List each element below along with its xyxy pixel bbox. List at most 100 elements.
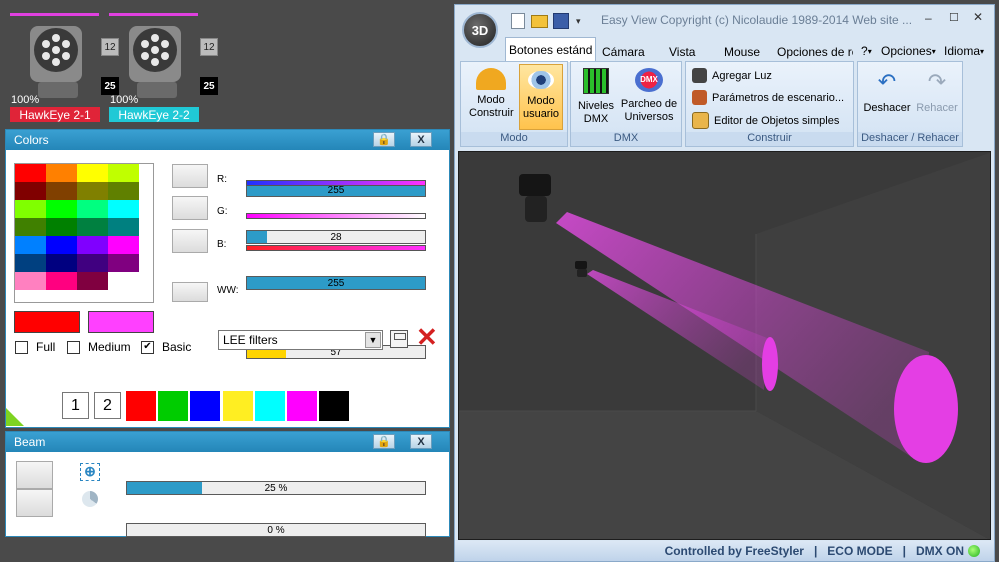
zoom-button[interactable] [16, 461, 53, 489]
help-menu[interactable]: ? ▾ [861, 41, 872, 61]
editor-objetos-button[interactable]: Editor de Objetos simples [692, 112, 839, 129]
parcheo-universos-button[interactable]: DMX Parcheo de Universos [619, 68, 679, 124]
open-folder-icon[interactable] [531, 15, 548, 28]
quick-access-menu-icon[interactable]: ▾ [576, 16, 581, 27]
quick-color-magenta[interactable] [287, 391, 317, 421]
lock-icon[interactable]: 🔒 [373, 132, 395, 147]
rehacer-button[interactable]: ↷ Rehacer [912, 68, 962, 115]
palette-swatch[interactable] [46, 272, 77, 290]
quick-color-red[interactable] [126, 391, 156, 421]
colors-panel: Colors 🔒 X R: 255 G: 28 B: 255 WW: 57 Fu… [5, 129, 450, 428]
palette-swatch[interactable] [15, 200, 46, 218]
full-checkbox[interactable]: Full [15, 340, 55, 354]
close-window-button[interactable]: ✕ [973, 10, 983, 24]
fixture-2-label[interactable]: HawkEye 2-2 [109, 107, 199, 122]
tab-opciones-render[interactable]: Opciones de re [777, 42, 853, 62]
modo-usuario-button[interactable]: Modo usuario [519, 64, 563, 130]
palette-swatch[interactable] [77, 164, 108, 182]
color-palette [14, 163, 154, 303]
fixture-1-label[interactable]: HawkEye 2-1 [10, 107, 100, 122]
palette-swatch[interactable] [108, 200, 139, 218]
red-channel-button[interactable] [172, 164, 208, 188]
parametros-escenario-button[interactable]: Parámetros de escenario... [692, 90, 844, 105]
3d-viewport[interactable] [458, 151, 991, 540]
fixture-2-icon[interactable] [117, 18, 193, 102]
palette-swatch[interactable] [108, 218, 139, 236]
lock-icon[interactable]: 🔒 [373, 434, 395, 449]
new-file-icon[interactable] [511, 13, 525, 29]
palette-swatch[interactable] [77, 254, 108, 272]
quick-color-green[interactable] [158, 391, 188, 421]
close-icon[interactable]: X [410, 132, 432, 147]
warm-white-button[interactable] [172, 282, 208, 302]
chevron-down-icon: ▾ [980, 46, 985, 56]
palette-swatch[interactable] [15, 272, 46, 290]
palette-swatch[interactable] [77, 236, 108, 254]
quick-color-black[interactable] [319, 391, 349, 421]
deshacer-button[interactable]: ↶ Deshacer [860, 68, 914, 115]
opciones-menu[interactable]: Opciones ▾ [881, 41, 936, 61]
blue-channel-button[interactable] [172, 229, 208, 253]
palette-swatch[interactable] [77, 218, 108, 236]
tab-camara[interactable]: Cámara [602, 42, 645, 62]
palette-swatch[interactable] [15, 254, 46, 272]
beam-spot-1 [894, 355, 958, 463]
quick-color-blue[interactable] [190, 391, 220, 421]
palette-swatch[interactable] [15, 182, 46, 200]
filter-select[interactable]: LEE filters ▼ [218, 330, 383, 350]
zoom-slider[interactable]: 25 % [126, 481, 426, 495]
preset-1-button[interactable]: 1 [62, 392, 89, 419]
palette-swatch[interactable] [46, 182, 77, 200]
palette-swatch[interactable] [15, 218, 46, 236]
palette-swatch[interactable] [77, 200, 108, 218]
maximize-button[interactable]: ☐ [949, 11, 959, 24]
niveles-dmx-button[interactable]: Niveles DMX [575, 68, 617, 126]
palette-swatch[interactable] [108, 254, 139, 272]
palette-swatch[interactable] [46, 164, 77, 182]
palette-swatch[interactable] [46, 200, 77, 218]
quick-color-cyan[interactable] [255, 391, 285, 421]
quick-color-yellow[interactable] [223, 391, 253, 421]
medium-checkbox[interactable]: Medium [67, 340, 131, 354]
palette-swatch[interactable] [108, 164, 139, 182]
beam-panel: Beam 🔒 X ⊕ 25 % 0 % [5, 431, 450, 537]
idioma-menu[interactable]: Idioma ▾ [944, 41, 984, 61]
close-icon[interactable]: X [410, 434, 432, 449]
basic-checkbox[interactable]: ✔ Basic [141, 340, 191, 354]
red-gradient [246, 180, 426, 186]
modo-construir-button[interactable]: Modo Construir [469, 66, 514, 120]
rehacer-label: Rehacer [916, 102, 958, 114]
parametros-escenario-label: Parámetros de escenario... [712, 91, 845, 104]
palette-swatch[interactable] [108, 272, 139, 290]
palette-swatch[interactable] [46, 236, 77, 254]
palette-swatch[interactable] [77, 182, 108, 200]
dmx-levels-icon [583, 68, 609, 94]
preset-2-button[interactable]: 2 [94, 392, 121, 419]
modo-usuario-label: Modo usuario [522, 95, 560, 120]
tab-botones-estandar[interactable]: Botones estánd [505, 37, 597, 62]
palette-swatch[interactable] [108, 236, 139, 254]
parcheo-universos-label: Parcheo de Universos [620, 98, 678, 123]
palette-swatch[interactable] [46, 218, 77, 236]
tab-vista[interactable]: Vista [669, 42, 695, 62]
save-file-icon[interactable] [553, 13, 569, 29]
frost-slider[interactable]: 0 % [126, 523, 426, 537]
palette-swatch[interactable] [108, 182, 139, 200]
frost-button[interactable] [16, 489, 53, 517]
green-channel-button[interactable] [172, 196, 208, 220]
agregar-luz-button[interactable]: Agregar Luz [692, 68, 772, 83]
save-icon[interactable] [390, 330, 408, 348]
palette-swatch[interactable] [15, 164, 46, 182]
chevron-down-icon[interactable]: ▼ [365, 332, 381, 348]
palette-swatch[interactable] [15, 236, 46, 254]
logo-3d-button[interactable]: 3D [462, 12, 498, 48]
tab-mouse[interactable]: Mouse [724, 42, 760, 62]
delete-icon[interactable]: ✕ [416, 324, 440, 350]
minimize-button[interactable]: – [925, 11, 932, 25]
palette-swatch[interactable] [46, 254, 77, 272]
palette-swatch[interactable] [77, 272, 108, 290]
fixture-1-icon[interactable] [18, 18, 94, 102]
frost-icon [82, 491, 98, 507]
green-slider[interactable]: 28 [246, 230, 426, 244]
blue-slider[interactable]: 255 [246, 276, 426, 290]
